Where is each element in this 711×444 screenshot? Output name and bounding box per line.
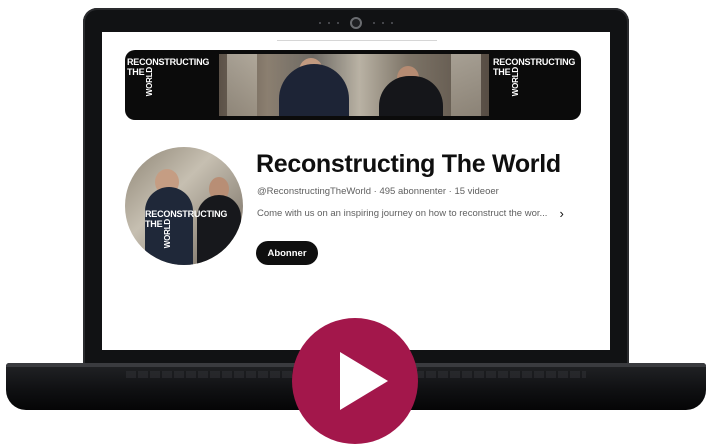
logo-line-the: THE bbox=[493, 67, 511, 77]
description-text: Come with us on an inspiring journey on … bbox=[257, 208, 548, 219]
background-window bbox=[451, 54, 481, 116]
logo-line-world: WORLD bbox=[163, 219, 173, 249]
webcam-dot bbox=[391, 22, 393, 24]
person-figure bbox=[379, 76, 443, 116]
banner-photo bbox=[219, 54, 489, 116]
play-button[interactable] bbox=[292, 318, 418, 444]
play-icon bbox=[340, 352, 388, 410]
background-window bbox=[227, 54, 257, 116]
avatar-logo: RECONSTRUCTING THE WORLD bbox=[145, 209, 227, 248]
webcam-dot bbox=[337, 22, 339, 24]
channel-description[interactable]: Come with us on an inspiring journey on … bbox=[257, 207, 564, 220]
webcam-dot bbox=[319, 22, 321, 24]
channel-meta: @ReconstructingTheWorld · 495 abonnenter… bbox=[257, 186, 499, 197]
logo-line-reconstructing: RECONSTRUCTING bbox=[127, 57, 210, 67]
person-figure bbox=[279, 64, 349, 116]
logo-line-the: THE bbox=[127, 67, 145, 77]
logo-line-world: WORLD bbox=[145, 67, 155, 97]
banner-logo-right: RECONSTRUCTING THE WORLD bbox=[493, 57, 575, 96]
divider bbox=[277, 40, 437, 41]
webcam-icon bbox=[350, 17, 362, 29]
webcam-dot bbox=[373, 22, 375, 24]
channel-title: Reconstructing The World bbox=[256, 150, 561, 178]
webcam-bar bbox=[83, 16, 629, 30]
subscribe-button[interactable]: Abonner bbox=[256, 241, 318, 265]
webcam-dot bbox=[382, 22, 384, 24]
logo-line-reconstructing: RECONSTRUCTING bbox=[145, 209, 228, 219]
logo-line-world: WORLD bbox=[511, 67, 521, 97]
chevron-right-icon[interactable]: › bbox=[559, 207, 563, 220]
logo-line-reconstructing: RECONSTRUCTING bbox=[493, 57, 576, 67]
laptop-screen: RECONSTRUCTING THE WORLD RECONSTRUCTING … bbox=[102, 32, 610, 350]
logo-line-the: THE bbox=[145, 219, 163, 229]
channel-banner: RECONSTRUCTING THE WORLD RECONSTRUCTING … bbox=[125, 50, 581, 120]
banner-logo-left: RECONSTRUCTING THE WORLD bbox=[127, 57, 209, 96]
webcam-dot bbox=[328, 22, 330, 24]
channel-avatar[interactable]: RECONSTRUCTING THE WORLD bbox=[125, 147, 243, 265]
